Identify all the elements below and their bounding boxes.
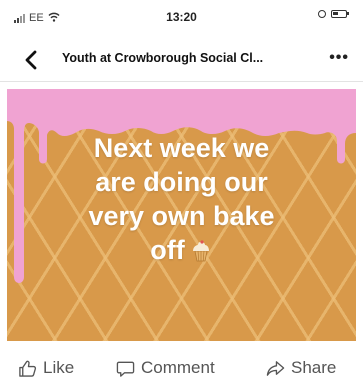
like-button[interactable]: Like [18, 358, 74, 378]
back-button[interactable] [20, 48, 44, 72]
post-text: Next week we are doing our very own bake… [7, 131, 356, 267]
battery-icon [331, 10, 349, 18]
post-text-line: very own bake [88, 201, 275, 231]
post-text-line: off [150, 235, 185, 265]
comment-label: Comment [141, 358, 215, 377]
post-text-line: are doing our [95, 167, 268, 197]
page-title: Youth at Crowborough Social Cl... [62, 51, 264, 65]
chevron-left-icon [25, 50, 37, 70]
post-text-line-last: off [7, 233, 356, 267]
share-button[interactable]: Share [266, 358, 336, 378]
more-options-button[interactable]: ••• [329, 50, 349, 66]
like-label: Like [43, 358, 75, 377]
share-arrow-icon [266, 360, 285, 376]
cupcake-icon [192, 240, 209, 262]
post-text-line: Next week we [93, 133, 270, 163]
share-label: Share [291, 358, 337, 377]
post-image[interactable]: Next week we are doing our very own bake… [7, 89, 356, 341]
comment-bubble-icon [116, 361, 135, 377]
thumbs-up-icon [19, 360, 37, 377]
status-time: 13:20 [166, 10, 197, 24]
comment-button[interactable]: Comment [116, 358, 215, 378]
orientation-lock-icon [318, 10, 326, 18]
post-action-bar: Like Comment Share [0, 350, 363, 387]
status-right [318, 10, 349, 18]
status-bar: EE 13:20 [0, 0, 363, 38]
page-header: Youth at Crowborough Social Cl... ••• [0, 38, 363, 82]
